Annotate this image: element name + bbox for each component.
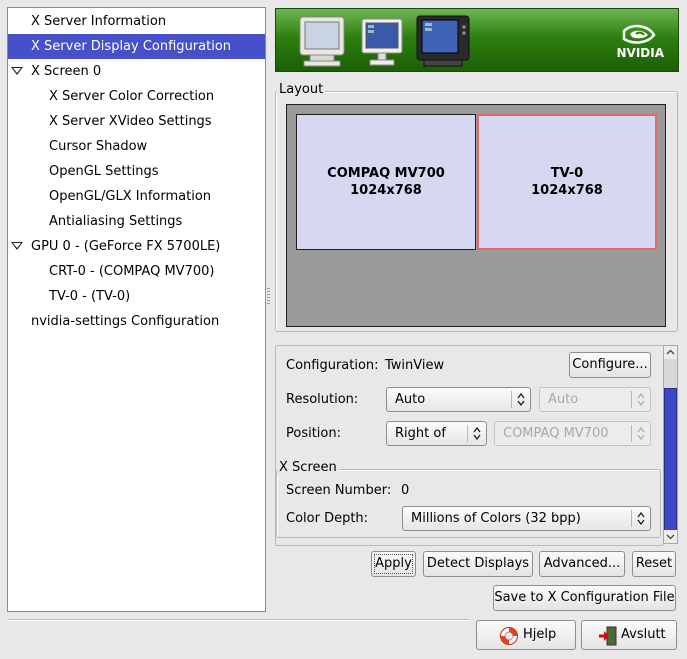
position-select-value: Right of — [395, 426, 446, 441]
position-relative-value: COMPAQ MV700 — [503, 426, 609, 441]
updown-arrows-icon — [517, 392, 525, 407]
combo-separator — [631, 510, 632, 527]
screen-number-value: 0 — [401, 483, 410, 498]
configuration-value: TwinView — [385, 358, 445, 373]
status-separator-highlight — [7, 620, 469, 621]
save-x-configuration-button[interactable]: Save to X Configuration File — [493, 585, 676, 611]
expander-inner — [13, 68, 21, 73]
tree-item-label: GPU 0 - (GeForce FX 5700LE) — [31, 239, 221, 254]
nvidia-wordmark: NVIDIA — [616, 46, 664, 60]
scroll-down-button[interactable] — [664, 530, 677, 543]
tree-item-xvideo-settings[interactable]: X Server XVideo Settings — [8, 109, 265, 134]
updown-arrows-icon — [637, 392, 645, 407]
combo-separator — [511, 391, 512, 408]
position-label: Position: — [286, 426, 341, 441]
tree-item-label: TV-0 - (TV-0) — [49, 289, 131, 304]
color-depth-value: Millions of Colors (32 bpp) — [411, 511, 581, 526]
help-button[interactable]: Hjelp — [476, 620, 576, 650]
display-name: TV-0 — [550, 166, 584, 181]
resolution-label: Resolution: — [286, 392, 359, 407]
display-resolution: 1024x768 — [531, 183, 603, 198]
tv-icon — [416, 15, 470, 67]
position-relative-select: COMPAQ MV700 — [494, 421, 651, 446]
updown-arrows-icon — [637, 426, 645, 441]
display-compaq-mv700[interactable]: COMPAQ MV700 1024x768 — [296, 114, 476, 250]
color-depth-label: Color Depth: — [286, 511, 369, 526]
navigation-tree[interactable]: X Server Information X Server Display Co… — [7, 7, 266, 612]
expander-inner — [13, 243, 21, 248]
configuration-label: Configuration: — [286, 358, 379, 373]
combo-separator — [631, 391, 632, 408]
help-button-label: Hjelp — [523, 627, 557, 642]
tree-item-gpu-0[interactable]: GPU 0 - (GeForce FX 5700LE) — [8, 234, 265, 259]
tree-item-label: Cursor Shadow — [49, 139, 148, 154]
reset-button[interactable]: Reset — [632, 551, 676, 577]
tree-item-x-server-information[interactable]: X Server Information — [8, 9, 265, 34]
refresh-rate-select: Auto — [539, 387, 651, 412]
quit-button-label: Avslutt — [621, 627, 666, 642]
tree-item-cursor-shadow[interactable]: Cursor Shadow — [8, 134, 265, 159]
updown-arrows-icon — [473, 426, 481, 441]
configure-button[interactable]: Configure... — [569, 352, 651, 378]
color-depth-select[interactable]: Millions of Colors (32 bpp) — [402, 506, 651, 531]
tree-item-label: X Server Color Correction — [49, 89, 215, 104]
tree-item-tv-0[interactable]: TV-0 - (TV-0) — [8, 284, 265, 309]
tree-item-crt-0[interactable]: CRT-0 - (COMPAQ MV700) — [8, 259, 265, 284]
tree-item-label: X Server XVideo Settings — [49, 114, 212, 129]
tree-item-label: X Server Information — [31, 14, 167, 29]
crt-monitor-icon — [299, 16, 345, 67]
exit-door-icon — [599, 626, 617, 646]
resolution-select[interactable]: Auto — [386, 387, 531, 412]
tree-item-x-server-display-configuration[interactable]: X Server Display Configuration — [8, 34, 265, 59]
combo-separator — [467, 425, 468, 442]
combo-separator — [631, 425, 632, 442]
x-screen-frame-title: X Screen — [277, 460, 339, 475]
display-name: COMPAQ MV700 — [327, 166, 445, 181]
apply-button[interactable]: Apply — [371, 551, 416, 577]
screen-number-label: Screen Number: — [286, 483, 392, 498]
display-tv-0[interactable]: TV-0 1024x768 — [477, 114, 657, 250]
tree-item-label: OpenGL/GLX Information — [49, 189, 212, 204]
chevron-down-icon — [666, 534, 675, 540]
chevron-up-icon — [666, 349, 675, 355]
tree-item-opengl-settings[interactable]: OpenGL Settings — [8, 159, 265, 184]
advanced-button[interactable]: Advanced... — [539, 551, 625, 577]
scroll-up-button[interactable] — [664, 346, 677, 359]
updown-arrows-icon — [637, 511, 645, 526]
detect-displays-button[interactable]: Detect Displays — [423, 551, 533, 577]
layout-frame-title: Layout — [277, 82, 326, 97]
flat-monitor-icon — [361, 18, 403, 66]
tree-item-label: Antialiasing Settings — [49, 214, 183, 229]
resolution-select-value: Auto — [395, 392, 426, 407]
tree-item-nvidia-settings-configuration[interactable]: nvidia-settings Configuration — [8, 309, 265, 334]
quit-button[interactable]: Avslutt — [581, 620, 677, 650]
tree-item-opengl-glx-information[interactable]: OpenGL/GLX Information — [8, 184, 265, 209]
refresh-rate-value: Auto — [548, 392, 579, 407]
position-select[interactable]: Right of — [386, 421, 487, 446]
lifebuoy-icon — [500, 627, 518, 645]
tree-item-label: CRT-0 - (COMPAQ MV700) — [49, 264, 215, 279]
display-resolution: 1024x768 — [350, 183, 422, 198]
scrollbar-thumb[interactable] — [664, 388, 677, 531]
nvidia-banner: NVIDIA — [275, 8, 679, 72]
tree-item-label: X Screen 0 — [31, 64, 102, 79]
settings-scrollbar[interactable] — [663, 345, 678, 544]
tree-item-x-screen-0[interactable]: X Screen 0 — [8, 59, 265, 84]
tree-item-label: OpenGL Settings — [49, 164, 159, 179]
tree-item-antialiasing-settings[interactable]: Antialiasing Settings — [8, 209, 265, 234]
tree-item-label: nvidia-settings Configuration — [31, 314, 220, 329]
display-layout-canvas[interactable]: COMPAQ MV700 1024x768 TV-0 1024x768 — [286, 104, 666, 327]
tree-item-color-correction[interactable]: X Server Color Correction — [8, 84, 265, 109]
tree-item-label: X Server Display Configuration — [31, 39, 232, 54]
pane-splitter-handle[interactable] — [267, 288, 270, 304]
